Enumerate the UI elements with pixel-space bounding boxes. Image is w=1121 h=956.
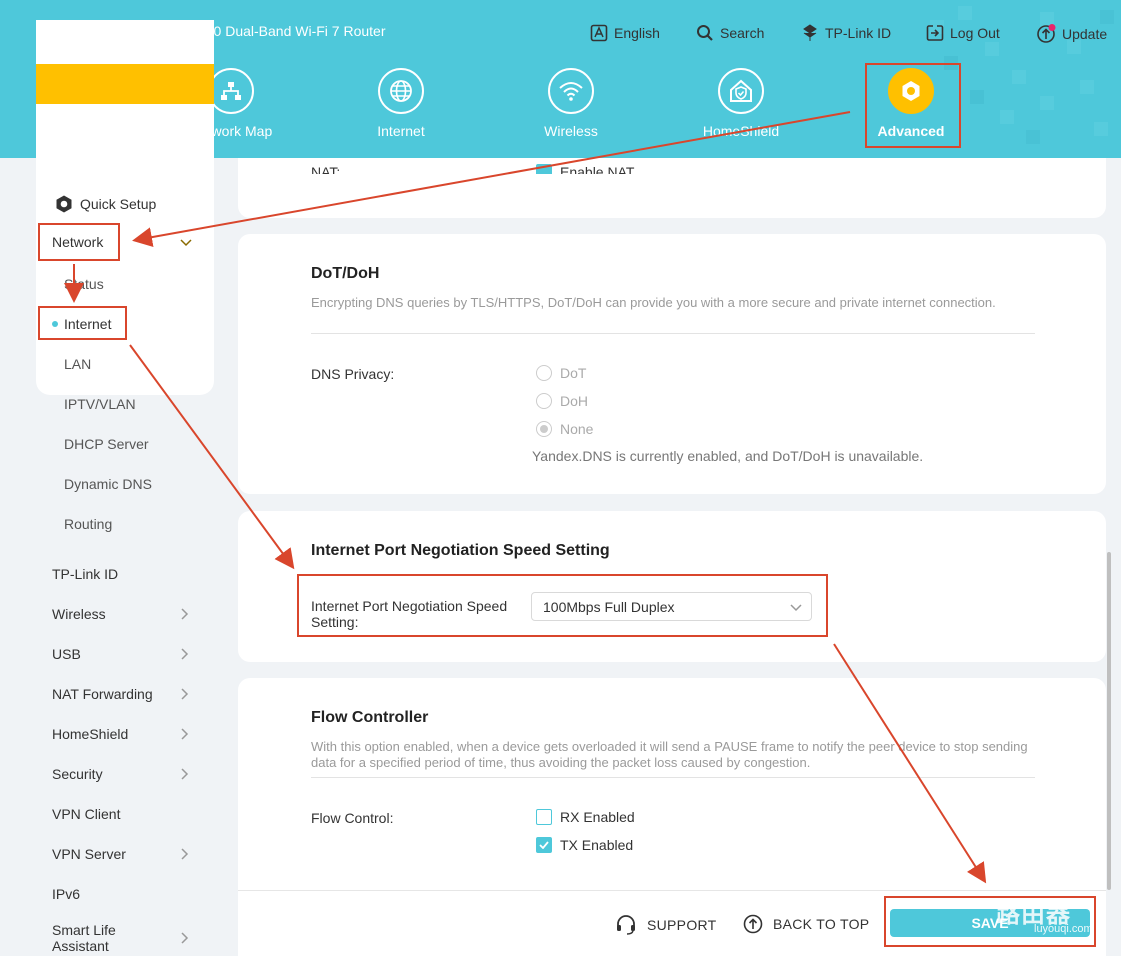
checkbox [536, 809, 552, 825]
radio-dot[interactable]: DoT [536, 365, 586, 381]
sidebar-item-nat-forwarding[interactable]: NAT Forwarding [52, 686, 153, 702]
annotation-box-advanced [865, 63, 961, 148]
chevron-right-icon [181, 688, 189, 700]
radio-doh[interactable]: DoH [536, 393, 588, 409]
divider [311, 333, 1035, 334]
annotation-box-network [38, 223, 120, 261]
divider [311, 777, 1035, 778]
watermark-url: luyouqi.com [1034, 923, 1093, 935]
sidebar-item-security[interactable]: Security [52, 766, 103, 782]
chevron-right-icon [181, 648, 189, 660]
support-label: SUPPORT [647, 917, 717, 933]
rx-enabled-label: RX Enabled [560, 809, 635, 825]
search-icon [697, 25, 713, 41]
sidebar-sub-status[interactable]: Status [64, 276, 104, 292]
tab-homeshield-label: HomeShield [702, 123, 780, 139]
nat-checkbox[interactable]: Enable NAT [536, 164, 634, 174]
update-button[interactable]: Update [1036, 24, 1107, 44]
tab-internet[interactable]: Internet [346, 68, 456, 139]
tab-wireless[interactable]: Wireless [516, 68, 626, 139]
tab-internet-label: Internet [377, 123, 425, 139]
update-label: Update [1062, 26, 1108, 42]
sidebar-item-usb[interactable]: USB [52, 646, 81, 662]
sidebar-item-tplink-id[interactable]: TP-Link ID [52, 566, 118, 582]
sidebar-sub-lan[interactable]: LAN [64, 356, 91, 372]
tx-enabled-checkbox[interactable]: TX Enabled [536, 837, 633, 853]
arrow-up-circle-icon [743, 914, 763, 934]
tab-homeshield[interactable]: HomeShield [686, 68, 796, 139]
radio-none-label: None [560, 421, 594, 437]
annotation-box-negotiation [297, 574, 828, 637]
dot-doh-title: DoT/DoH [311, 265, 380, 282]
sidebar-sub-dhcp-server[interactable]: DHCP Server [64, 436, 149, 452]
home-shield-icon [718, 68, 764, 114]
wifi-icon [548, 68, 594, 114]
chevron-down-icon [180, 239, 192, 247]
sidebar-sub-iptv-vlan[interactable]: IPTV/VLAN [64, 396, 136, 412]
sidebar-item-ipv6[interactable]: IPv6 [52, 886, 80, 902]
flow-description: With this option enabled, when a device … [311, 739, 1028, 770]
update-icon [1037, 24, 1056, 43]
network-map-icon [208, 68, 254, 114]
flow-title: Flow Controller [311, 709, 429, 726]
language-button[interactable]: English [590, 24, 660, 42]
sidebar-item-vpn-client[interactable]: VPN Client [52, 806, 120, 822]
sidebar-sub-routing[interactable]: Routing [64, 516, 112, 532]
check-icon [539, 841, 549, 849]
back-to-top-link[interactable]: BACK TO TOP [743, 914, 869, 934]
sidebar-item-network[interactable] [36, 64, 214, 104]
radio-circle [536, 365, 552, 381]
sidebar-sub-dynamic-dns[interactable]: Dynamic DNS [64, 476, 152, 492]
language-icon [590, 24, 608, 42]
radio-doh-label: DoH [560, 393, 589, 409]
gear-icon [56, 195, 72, 213]
nat-row-clipped: NAT: Enable NAT [238, 158, 1106, 174]
search-button[interactable]: Search [696, 24, 764, 42]
checkbox-checked [536, 837, 552, 853]
chevron-right-icon [181, 932, 189, 944]
checkbox [536, 164, 552, 174]
radio-dot-label: DoT [560, 365, 587, 381]
tx-enabled-label: TX Enabled [560, 837, 634, 853]
radio-circle-selected [536, 421, 552, 437]
logout-button[interactable]: Log Out [926, 24, 1000, 42]
radio-circle [536, 393, 552, 409]
sidebar-item-label: Quick Setup [80, 196, 157, 212]
language-label: English [614, 25, 660, 41]
scrollbar[interactable] [1107, 552, 1111, 890]
globe-icon [378, 68, 424, 114]
tplink-id-button[interactable]: TP-Link ID [801, 24, 891, 42]
chevron-right-icon [181, 768, 189, 780]
search-label: Search [720, 25, 765, 41]
sidebar-item-smart-life[interactable]: Smart Life Assistant [52, 922, 142, 954]
dns-privacy-label: DNS Privacy: [311, 366, 395, 382]
chevron-right-icon [181, 608, 189, 620]
tab-wireless-label: Wireless [544, 123, 598, 139]
radio-none[interactable]: None [536, 421, 593, 437]
sidebar-item-vpn-server[interactable]: VPN Server [52, 846, 126, 862]
dot-doh-description: Encrypting DNS queries by TLS/HTTPS, DoT… [311, 295, 996, 310]
annotation-box-internet [38, 306, 127, 340]
sidebar-item-wireless[interactable]: Wireless [52, 606, 106, 622]
sidebar-item-homeshield[interactable]: HomeShield [52, 726, 128, 742]
support-link[interactable]: SUPPORT [615, 914, 717, 936]
chevron-right-icon [181, 728, 189, 740]
tplink-id-label: TP-Link ID [825, 25, 892, 41]
sidebar-item-quick-setup[interactable]: Quick Setup [54, 194, 156, 214]
flow-control-label: Flow Control: [311, 810, 394, 826]
tplink-id-icon [803, 24, 817, 41]
nat-label: NAT: [311, 164, 341, 174]
rx-enabled-checkbox[interactable]: RX Enabled [536, 809, 635, 825]
negotiation-title: Internet Port Negotiation Speed Setting [311, 542, 610, 559]
nat-option-label: Enable NAT [560, 164, 635, 174]
headset-icon [617, 915, 635, 935]
chevron-right-icon [181, 848, 189, 860]
back-to-top-label: BACK TO TOP [773, 916, 870, 932]
logout-icon [926, 25, 944, 41]
logout-label: Log Out [950, 25, 1000, 41]
dns-note: Yandex.DNS is currently enabled, and DoT… [532, 448, 924, 464]
